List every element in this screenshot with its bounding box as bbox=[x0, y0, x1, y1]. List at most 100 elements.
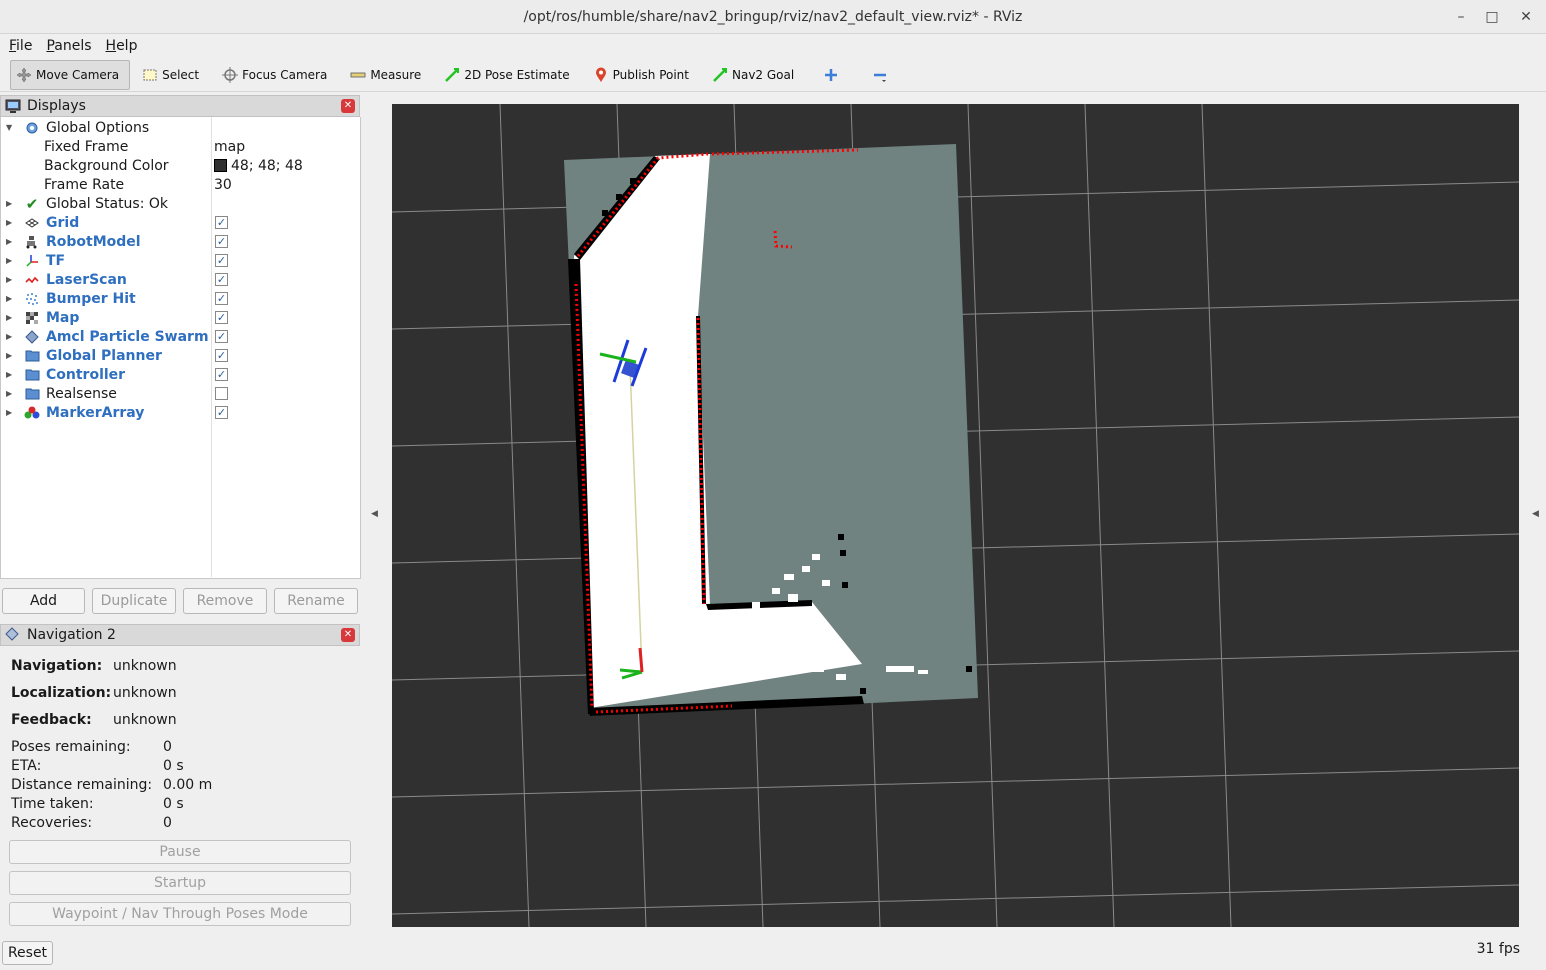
controller-checkbox[interactable]: ✓ bbox=[215, 368, 228, 381]
maximize-button[interactable]: □ bbox=[1481, 6, 1503, 28]
tree-global-options[interactable]: ▼ Global Options bbox=[1, 118, 360, 137]
tree-item-bumper-hit[interactable]: ▶ Bumper Hit ✓ bbox=[1, 289, 360, 308]
startup-button[interactable]: Startup bbox=[9, 871, 351, 895]
publish-point-icon bbox=[592, 66, 610, 84]
map-icon bbox=[24, 310, 40, 326]
expand-right-icon[interactable]: ▶ bbox=[6, 389, 12, 398]
minimize-button[interactable]: – bbox=[1450, 6, 1472, 28]
pose-estimate-icon bbox=[443, 66, 461, 84]
nav2-goal-tool[interactable]: Nav2 Goal bbox=[706, 60, 805, 90]
render-viewport[interactable] bbox=[392, 104, 1519, 927]
realsense-checkbox[interactable] bbox=[215, 387, 228, 400]
close-icon[interactable]: ✕ bbox=[341, 99, 355, 113]
folder-icon bbox=[24, 386, 40, 402]
robotmodel-checkbox[interactable]: ✓ bbox=[215, 235, 228, 248]
add-display-button[interactable]: Add bbox=[2, 588, 85, 614]
map-label: Map bbox=[46, 309, 80, 326]
waypoint-mode-button[interactable]: Waypoint / Nav Through Poses Mode bbox=[9, 902, 351, 926]
controller-label: Controller bbox=[46, 366, 126, 383]
expand-right-icon[interactable]: ▶ bbox=[6, 199, 12, 208]
tree-item-laserscan[interactable]: ▶ LaserScan ✓ bbox=[1, 270, 360, 289]
robotmodel-label: RobotModel bbox=[46, 233, 141, 250]
tf-label: TF bbox=[46, 252, 66, 269]
laserscan-checkbox[interactable]: ✓ bbox=[215, 273, 228, 286]
tree-frame-rate[interactable]: Frame Rate 30 bbox=[1, 175, 360, 194]
grid-icon bbox=[24, 215, 40, 231]
tree-background-color[interactable]: Background Color 48; 48; 48 bbox=[1, 156, 360, 175]
recoveries-value: 0 bbox=[163, 815, 172, 831]
distance-remaining-value: 0.00 m bbox=[163, 777, 213, 793]
bumper-hit-checkbox[interactable]: ✓ bbox=[215, 292, 228, 305]
pose-estimate-tool[interactable]: 2D Pose Estimate bbox=[438, 60, 580, 90]
frame-rate-label: Frame Rate bbox=[44, 176, 125, 193]
close-icon[interactable]: ✕ bbox=[341, 628, 355, 642]
measure-tool[interactable]: Measure bbox=[344, 60, 432, 90]
displays-tree: ▼ Global Options Fixed Frame map Backgro… bbox=[0, 117, 361, 579]
tree-item-amcl-particle-swarm[interactable]: ▶ Amcl Particle Swarm ✓ bbox=[1, 327, 360, 346]
remove-display-button[interactable]: Remove bbox=[183, 588, 267, 614]
expand-right-icon[interactable]: ▶ bbox=[6, 294, 12, 303]
global-planner-checkbox[interactable]: ✓ bbox=[215, 349, 228, 362]
pause-button[interactable]: Pause bbox=[9, 840, 351, 864]
tree-global-status[interactable]: ▶ ✔ Global Status: Ok bbox=[1, 194, 360, 213]
measure-icon bbox=[349, 66, 367, 84]
focus-camera-icon bbox=[221, 66, 239, 84]
realsense-label: Realsense bbox=[46, 385, 117, 402]
move-camera-label: Move Camera bbox=[36, 67, 120, 82]
rename-display-button[interactable]: Rename bbox=[274, 588, 358, 614]
navigation-panel-header: Navigation 2 ✕ bbox=[0, 624, 360, 646]
right-panel-splitter[interactable]: ◀ bbox=[1528, 96, 1546, 936]
map-checkbox[interactable]: ✓ bbox=[215, 311, 228, 324]
reset-button[interactable]: Reset bbox=[2, 941, 53, 965]
expand-right-icon[interactable]: ▶ bbox=[6, 408, 12, 417]
select-tool[interactable]: Select bbox=[136, 60, 210, 90]
expand-right-icon[interactable]: ▶ bbox=[6, 313, 12, 322]
navigation-status-label: Navigation: bbox=[11, 658, 103, 674]
diamond-icon bbox=[5, 627, 23, 643]
tree-item-map[interactable]: ▶ Map ✓ bbox=[1, 308, 360, 327]
grid-checkbox[interactable]: ✓ bbox=[215, 216, 228, 229]
expand-right-icon[interactable]: ▶ bbox=[6, 275, 12, 284]
frame-rate-value[interactable]: 30 bbox=[214, 177, 232, 193]
tree-item-global-planner[interactable]: ▶ Global Planner ✓ bbox=[1, 346, 360, 365]
expand-down-icon[interactable]: ▼ bbox=[6, 123, 12, 132]
tree-item-controller[interactable]: ▶ Controller ✓ bbox=[1, 365, 360, 384]
background-color-value[interactable]: 48; 48; 48 bbox=[214, 158, 303, 174]
background-color-text: 48; 48; 48 bbox=[231, 157, 303, 174]
markerarray-label: MarkerArray bbox=[46, 404, 145, 421]
markerarray-checkbox[interactable]: ✓ bbox=[215, 406, 228, 419]
move-camera-tool[interactable]: Move Camera bbox=[10, 59, 131, 90]
duplicate-display-button[interactable]: Duplicate bbox=[92, 588, 176, 614]
menu-panels[interactable]: Panels bbox=[46, 38, 91, 54]
menu-file[interactable]: File bbox=[9, 38, 32, 54]
fixed-frame-value[interactable]: map bbox=[214, 139, 245, 155]
amcl-particle-swarm-checkbox[interactable]: ✓ bbox=[215, 330, 228, 343]
tree-item-realsense[interactable]: ▶ Realsense bbox=[1, 384, 360, 403]
expand-right-icon[interactable]: ▶ bbox=[6, 351, 12, 360]
expand-right-icon[interactable]: ▶ bbox=[6, 256, 12, 265]
close-button[interactable]: ✕ bbox=[1515, 6, 1537, 28]
scene-canvas[interactable] bbox=[392, 104, 1519, 927]
tf-checkbox[interactable]: ✓ bbox=[215, 254, 228, 267]
fps-counter: 31 fps bbox=[1476, 941, 1520, 957]
tree-fixed-frame[interactable]: Fixed Frame map bbox=[1, 137, 360, 156]
collapse-right-icon[interactable]: ◀ bbox=[1532, 509, 1539, 519]
expand-right-icon[interactable]: ▶ bbox=[6, 332, 12, 341]
tree-item-robotmodel[interactable]: ▶ RobotModel ✓ bbox=[1, 232, 360, 251]
remove-tool-button[interactable] bbox=[860, 60, 903, 90]
left-panel-splitter[interactable]: ◀ bbox=[361, 96, 391, 936]
localization-status-value: unknown bbox=[113, 685, 177, 701]
collapse-left-icon[interactable]: ◀ bbox=[371, 509, 378, 519]
publish-point-tool[interactable]: Publish Point bbox=[587, 60, 700, 90]
add-tool-button[interactable] bbox=[811, 60, 854, 90]
menu-help[interactable]: Help bbox=[106, 38, 138, 54]
expand-right-icon[interactable]: ▶ bbox=[6, 237, 12, 246]
tree-item-markerarray[interactable]: ▶ MarkerArray ✓ bbox=[1, 403, 360, 422]
fixed-frame-label: Fixed Frame bbox=[44, 138, 129, 155]
window-title-bar: /opt/ros/humble/share/nav2_bringup/rviz/… bbox=[0, 0, 1546, 34]
expand-right-icon[interactable]: ▶ bbox=[6, 370, 12, 379]
tree-item-grid[interactable]: ▶ Grid ✓ bbox=[1, 213, 360, 232]
expand-right-icon[interactable]: ▶ bbox=[6, 218, 12, 227]
focus-camera-tool[interactable]: Focus Camera bbox=[216, 60, 338, 90]
tree-item-tf[interactable]: ▶ TF ✓ bbox=[1, 251, 360, 270]
